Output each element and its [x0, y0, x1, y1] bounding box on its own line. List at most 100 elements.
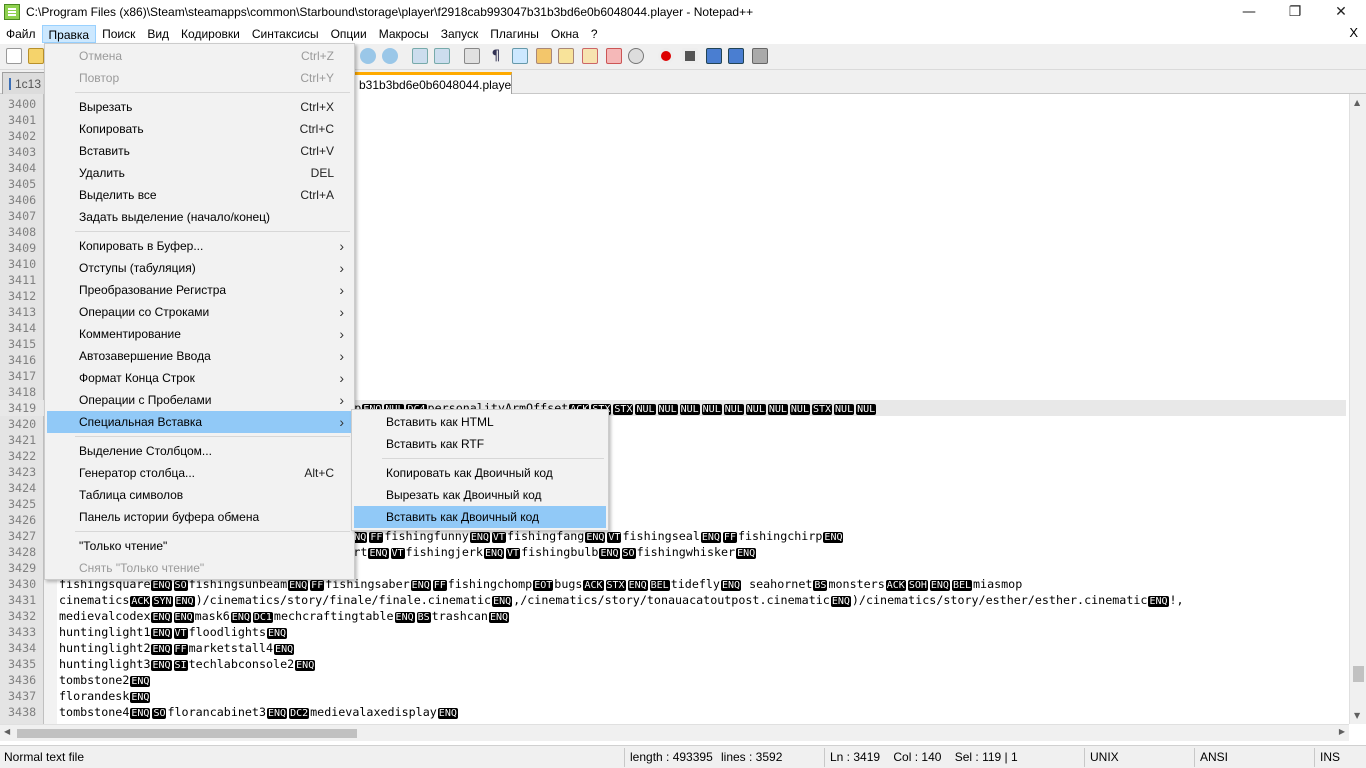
- editor-line[interactable]: 3431 cinematics ACK SYN ENQ)/cinematics/stor…: [0, 592, 1346, 608]
- status-encoding[interactable]: ANSI: [1200, 749, 1228, 766]
- submenu-arrow-icon: ›: [339, 282, 344, 298]
- line-number: 3424: [8, 481, 37, 495]
- folder-as-workspace-icon[interactable]: [606, 48, 622, 64]
- tab-active[interactable]: b31b3bd6e0b6048044.player x: [352, 72, 512, 94]
- play-macro-icon[interactable]: [706, 48, 722, 64]
- open-file-icon[interactable]: [28, 48, 44, 64]
- menu-item-label: Операции с Пробелами: [79, 393, 212, 407]
- menu-window[interactable]: Окна: [545, 25, 585, 43]
- edit-menu-item[interactable]: Копировать Ctrl+C: [47, 118, 352, 140]
- editor-line[interactable]: 3435 huntinglight3 ENQ SI techlabconsole2 ENQ: [0, 656, 1346, 672]
- paste-special-item[interactable]: Вставить как RTF: [354, 433, 606, 455]
- menu-item-label: Вырезать: [79, 100, 133, 114]
- edit-menu-item[interactable]: Копировать в Буфер... ›: [47, 235, 352, 257]
- status-eol[interactable]: UNIX: [1090, 749, 1119, 766]
- line-number: 3400: [8, 97, 37, 111]
- maximize-button[interactable]: ❐: [1272, 0, 1318, 24]
- menu-language[interactable]: Синтаксисы: [246, 25, 325, 43]
- tab-inactive[interactable]: 1c13: [2, 72, 48, 94]
- menu-run[interactable]: Запуск: [435, 25, 485, 43]
- scroll-up-icon[interactable]: ▲: [1354, 98, 1360, 107]
- menu-search[interactable]: Поиск: [96, 25, 141, 43]
- scroll-left-icon[interactable]: ◀: [4, 727, 10, 736]
- zoom-in-icon[interactable]: [360, 48, 376, 64]
- menu-edit[interactable]: Правка: [41, 25, 97, 43]
- sync-horizontal-icon[interactable]: [434, 48, 450, 64]
- edit-menu-item: Снять "Только чтение": [47, 557, 352, 579]
- control-char-badge: ENQ: [130, 676, 151, 687]
- minimize-button[interactable]: —: [1226, 0, 1272, 24]
- edit-menu-item[interactable]: Операции со Строками ›: [47, 301, 352, 323]
- scroll-down-icon[interactable]: ▼: [1354, 711, 1360, 720]
- edit-menu-item[interactable]: Автозавершение Ввода ›: [47, 345, 352, 367]
- stop-macro-icon[interactable]: [682, 48, 698, 64]
- line-number: 3414: [8, 321, 37, 335]
- save-macro-icon[interactable]: [752, 48, 768, 64]
- edit-menu-item[interactable]: Специальная Вставка ›: [47, 411, 352, 433]
- horizontal-scroll-thumb[interactable]: [17, 729, 357, 738]
- editor-line[interactable]: 3434 huntinglight2 ENQ FF marketstall4 ENQ: [0, 640, 1346, 656]
- edit-menu-item[interactable]: Выделить все Ctrl+A: [47, 184, 352, 206]
- word-wrap-icon[interactable]: [464, 48, 480, 64]
- menu-view[interactable]: Вид: [141, 25, 175, 43]
- editor-line[interactable]: 3433 huntinglight1 ENQ VT floodlights ENQ: [0, 624, 1346, 640]
- zoom-out-icon[interactable]: [382, 48, 398, 64]
- control-char-badge: VT: [491, 532, 506, 543]
- run-macro-multiple-icon[interactable]: [728, 48, 744, 64]
- close-document-icon[interactable]: X: [1349, 25, 1358, 40]
- paste-special-item[interactable]: Вставить как HTML: [354, 411, 606, 433]
- close-button[interactable]: ✕: [1318, 0, 1364, 24]
- tab-label: 1c13: [14, 76, 41, 91]
- edit-menu-item[interactable]: Вставить Ctrl+V: [47, 140, 352, 162]
- menu-file[interactable]: Файл: [0, 25, 42, 43]
- editor-line[interactable]: 3436 tombstone2 ENQ: [0, 672, 1346, 688]
- edit-menu-item[interactable]: Генератор столбца... Alt+C: [47, 462, 352, 484]
- control-char-badge: ENQ: [492, 596, 513, 607]
- function-list-icon[interactable]: [582, 48, 598, 64]
- edit-menu-item[interactable]: Отступы (табуляция) ›: [47, 257, 352, 279]
- edit-menu-item[interactable]: Преобразование Регистра ›: [47, 279, 352, 301]
- edit-menu-item[interactable]: Формат Конца Строк ›: [47, 367, 352, 389]
- monitoring-eye-icon[interactable]: [628, 48, 644, 64]
- doc-map-icon[interactable]: [558, 48, 574, 64]
- paste-special-item[interactable]: Копировать как Двоичный код: [354, 462, 606, 484]
- sync-vertical-icon[interactable]: [412, 48, 428, 64]
- status-insert-mode[interactable]: INS: [1320, 749, 1340, 766]
- record-macro-icon[interactable]: [658, 48, 674, 64]
- vertical-scrollbar[interactable]: ▲ ▼: [1349, 94, 1366, 724]
- edit-menu-item[interactable]: Операции с Пробелами ›: [47, 389, 352, 411]
- edit-menu-item[interactable]: "Только чтение": [47, 535, 352, 557]
- edit-menu-item[interactable]: Панель истории буфера обмена: [47, 506, 352, 528]
- menu-macro[interactable]: Макросы: [373, 25, 435, 43]
- menu-item-label: Задать выделение (начало/конец): [79, 210, 271, 224]
- edit-menu-item[interactable]: Таблица символов: [47, 484, 352, 506]
- submenu-arrow-icon: ›: [339, 348, 344, 364]
- menu-encoding[interactable]: Кодировки: [175, 25, 246, 43]
- new-file-icon[interactable]: [6, 48, 22, 64]
- scroll-right-icon[interactable]: ▶: [1339, 727, 1345, 736]
- editor-line[interactable]: 3438 tombstone4 ENQ SO florancabinet3 ENQ DC2 m…: [0, 704, 1346, 720]
- editor-line[interactable]: 3437 florandesk ENQ: [0, 688, 1346, 704]
- edit-menu-item[interactable]: Вырезать Ctrl+X: [47, 96, 352, 118]
- edit-menu-item[interactable]: Выделение Столбцом...: [47, 440, 352, 462]
- paste-special-item[interactable]: Вырезать как Двоичный код: [354, 484, 606, 506]
- paste-special-item[interactable]: Вставить как Двоичный код: [354, 506, 606, 528]
- vertical-scroll-thumb[interactable]: [1353, 666, 1364, 682]
- control-char-badge: ENQ: [368, 548, 389, 559]
- control-char-badge: ENQ: [274, 644, 295, 655]
- notepad-plus-plus-icon: [4, 4, 20, 20]
- horizontal-scrollbar[interactable]: ◀ ▶: [0, 724, 1349, 741]
- editor-line[interactable]: 3432 medievalcodex ENQ ENQ mask6 ENQ DC1 mechcr…: [0, 608, 1346, 624]
- show-all-chars-icon[interactable]: ¶: [488, 48, 504, 64]
- edit-menu-item[interactable]: Комментирование ›: [47, 323, 352, 345]
- folder-workspace-icon[interactable]: [536, 48, 552, 64]
- menu-settings[interactable]: Опции: [325, 25, 373, 43]
- edit-menu-item[interactable]: Удалить DEL: [47, 162, 352, 184]
- line-number: 3434: [8, 641, 37, 655]
- menu-plugins[interactable]: Плагины: [484, 25, 545, 43]
- edit-menu-item[interactable]: Задать выделение (начало/конец): [47, 206, 352, 228]
- control-char-badge: ACK: [885, 580, 906, 591]
- control-char-badge: FF: [310, 580, 325, 591]
- indent-guide-icon[interactable]: [512, 48, 528, 64]
- menu-help[interactable]: ?: [585, 25, 604, 43]
